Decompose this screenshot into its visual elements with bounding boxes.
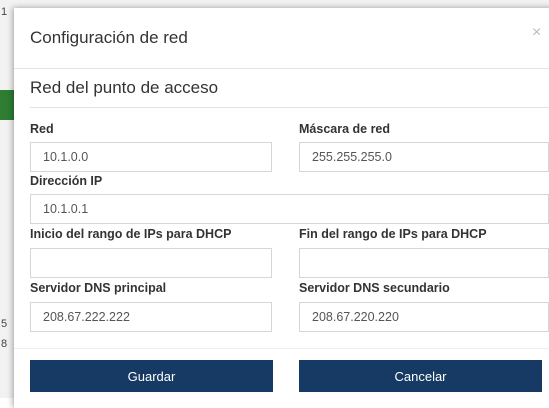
cancel-button[interactable]: Cancelar: [299, 360, 542, 392]
netmask-label: Máscara de red: [299, 122, 391, 136]
network-input[interactable]: [30, 142, 272, 172]
close-icon[interactable]: ×: [532, 24, 541, 42]
section-divider: [30, 107, 549, 108]
ip-address-label: Dirección IP: [30, 174, 103, 188]
dhcp-end-input[interactable]: [299, 248, 549, 278]
background-text: 1: [1, 6, 8, 18]
primary-dns-label: Servidor DNS principal: [30, 281, 167, 295]
network-label: Red: [30, 122, 54, 136]
secondary-dns-input[interactable]: [299, 302, 549, 332]
secondary-dns-label: Servidor DNS secundario: [299, 281, 450, 295]
ip-address-input[interactable]: [30, 194, 549, 224]
background-text: 8: [1, 338, 8, 350]
primary-dns-input[interactable]: [30, 302, 272, 332]
background-green-bar: [0, 90, 14, 120]
dhcp-end-label: Fin del rango de IPs para DHCP: [299, 227, 487, 241]
background-text: 5: [1, 318, 8, 330]
save-button[interactable]: Guardar: [30, 360, 273, 392]
dhcp-start-label: Inicio del rango de IPs para DHCP: [30, 227, 232, 241]
netmask-input[interactable]: [299, 142, 549, 172]
network-config-modal: Configuración de red × Red del punto de …: [14, 8, 549, 408]
footer-divider: [14, 348, 549, 349]
modal-header: Configuración de red ×: [14, 8, 549, 69]
dhcp-start-input[interactable]: [30, 248, 272, 278]
modal-title: Configuración de red: [30, 28, 188, 47]
section-title: Red del punto de acceso: [30, 78, 219, 97]
